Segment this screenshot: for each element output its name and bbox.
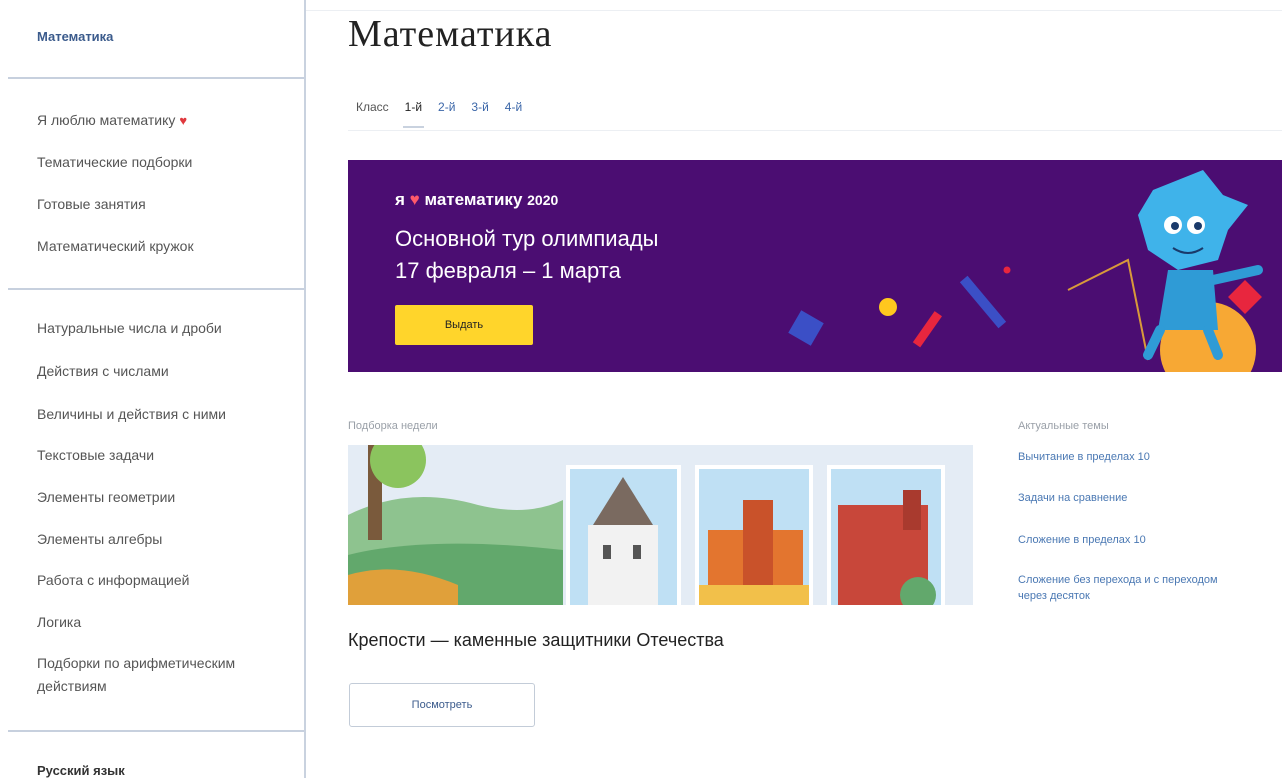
topic-link[interactable]: Сложение без перехода и с переходом чере… <box>1018 572 1218 604</box>
collection-illustration <box>348 445 973 605</box>
sidebar-item-arithmetic-collections[interactable]: Подборки по арифметическим действиям <box>37 652 277 698</box>
page-title: Математика <box>348 13 553 55</box>
banner-illustration <box>788 170 1263 372</box>
olympiad-banner[interactable]: я ♥ математику 2020 Основной тур олимпиа… <box>348 160 1282 372</box>
tabs-divider <box>348 130 1282 131</box>
topics-label: Актуальные темы <box>1018 420 1109 432</box>
sidebar-item-operations[interactable]: Действия с числами <box>37 363 169 379</box>
top-divider <box>306 10 1282 11</box>
sidebar-item-i-love-math[interactable]: Я люблю математику ♥ <box>37 112 187 128</box>
banner-dates: 17 февраля – 1 марта <box>395 258 621 283</box>
sidebar-divider <box>8 730 304 732</box>
banner-headline: Основной тур олимпиады <box>395 226 659 251</box>
banner-brand-year: 2020 <box>527 192 559 208</box>
collection-image[interactable] <box>348 445 973 605</box>
sidebar-item-label: Я люблю математику <box>37 112 176 128</box>
topic-link[interactable]: Задачи на сравнение <box>1018 490 1238 506</box>
sidebar-item-word-problems[interactable]: Текстовые задачи <box>37 447 154 463</box>
sidebar-item-thematic-collections[interactable]: Тематические подборки <box>37 154 192 170</box>
banner-brand-text: математику <box>424 190 523 209</box>
grade-label: Класс <box>356 100 389 114</box>
sidebar-item-quantities[interactable]: Величины и действия с ними <box>37 406 226 422</box>
grade-tabs: Класс 1-й 2-й 3-й 4-й <box>356 100 522 128</box>
sidebar-divider <box>8 288 304 290</box>
topic-link[interactable]: Вычитание в пределах 10 <box>1018 449 1238 465</box>
collection-title[interactable]: Крепости — каменные защитники Отечества <box>348 630 724 651</box>
banner-brand: я ♥ математику 2020 <box>395 190 558 210</box>
sidebar-item-natural-numbers[interactable]: Натуральные числа и дроби <box>37 320 222 336</box>
banner-button[interactable]: Выдать <box>395 305 533 345</box>
heart-icon: ♥ <box>409 190 420 209</box>
heart-icon: ♥ <box>179 113 188 128</box>
sidebar-item-logic[interactable]: Логика <box>37 614 81 630</box>
view-button[interactable]: Посмотреть <box>349 683 535 727</box>
tab-grade-1[interactable]: 1-й <box>402 100 425 128</box>
sidebar-current-subject[interactable]: Математика <box>37 29 113 44</box>
sidebar-item-russian[interactable]: Русский язык <box>37 763 125 778</box>
sidebar-item-algebra[interactable]: Элементы алгебры <box>37 531 162 547</box>
collection-label: Подборка недели <box>348 420 438 432</box>
tab-grade-2[interactable]: 2-й <box>438 100 455 114</box>
sidebar-item-ready-lessons[interactable]: Готовые занятия <box>37 196 146 212</box>
tab-grade-4[interactable]: 4-й <box>505 100 522 114</box>
sidebar-item-math-club[interactable]: Математический кружок <box>37 238 194 254</box>
sidebar-item-geometry[interactable]: Элементы геометрии <box>37 489 175 505</box>
banner-brand-prefix: я <box>395 190 405 209</box>
tab-grade-3[interactable]: 3-й <box>471 100 488 114</box>
sidebar-item-information[interactable]: Работа с информацией <box>37 572 189 588</box>
sidebar-divider <box>8 77 304 79</box>
sidebar: Математика Я люблю математику ♥ Тематичес… <box>0 0 306 778</box>
topic-link[interactable]: Сложение в пределах 10 <box>1018 532 1238 548</box>
